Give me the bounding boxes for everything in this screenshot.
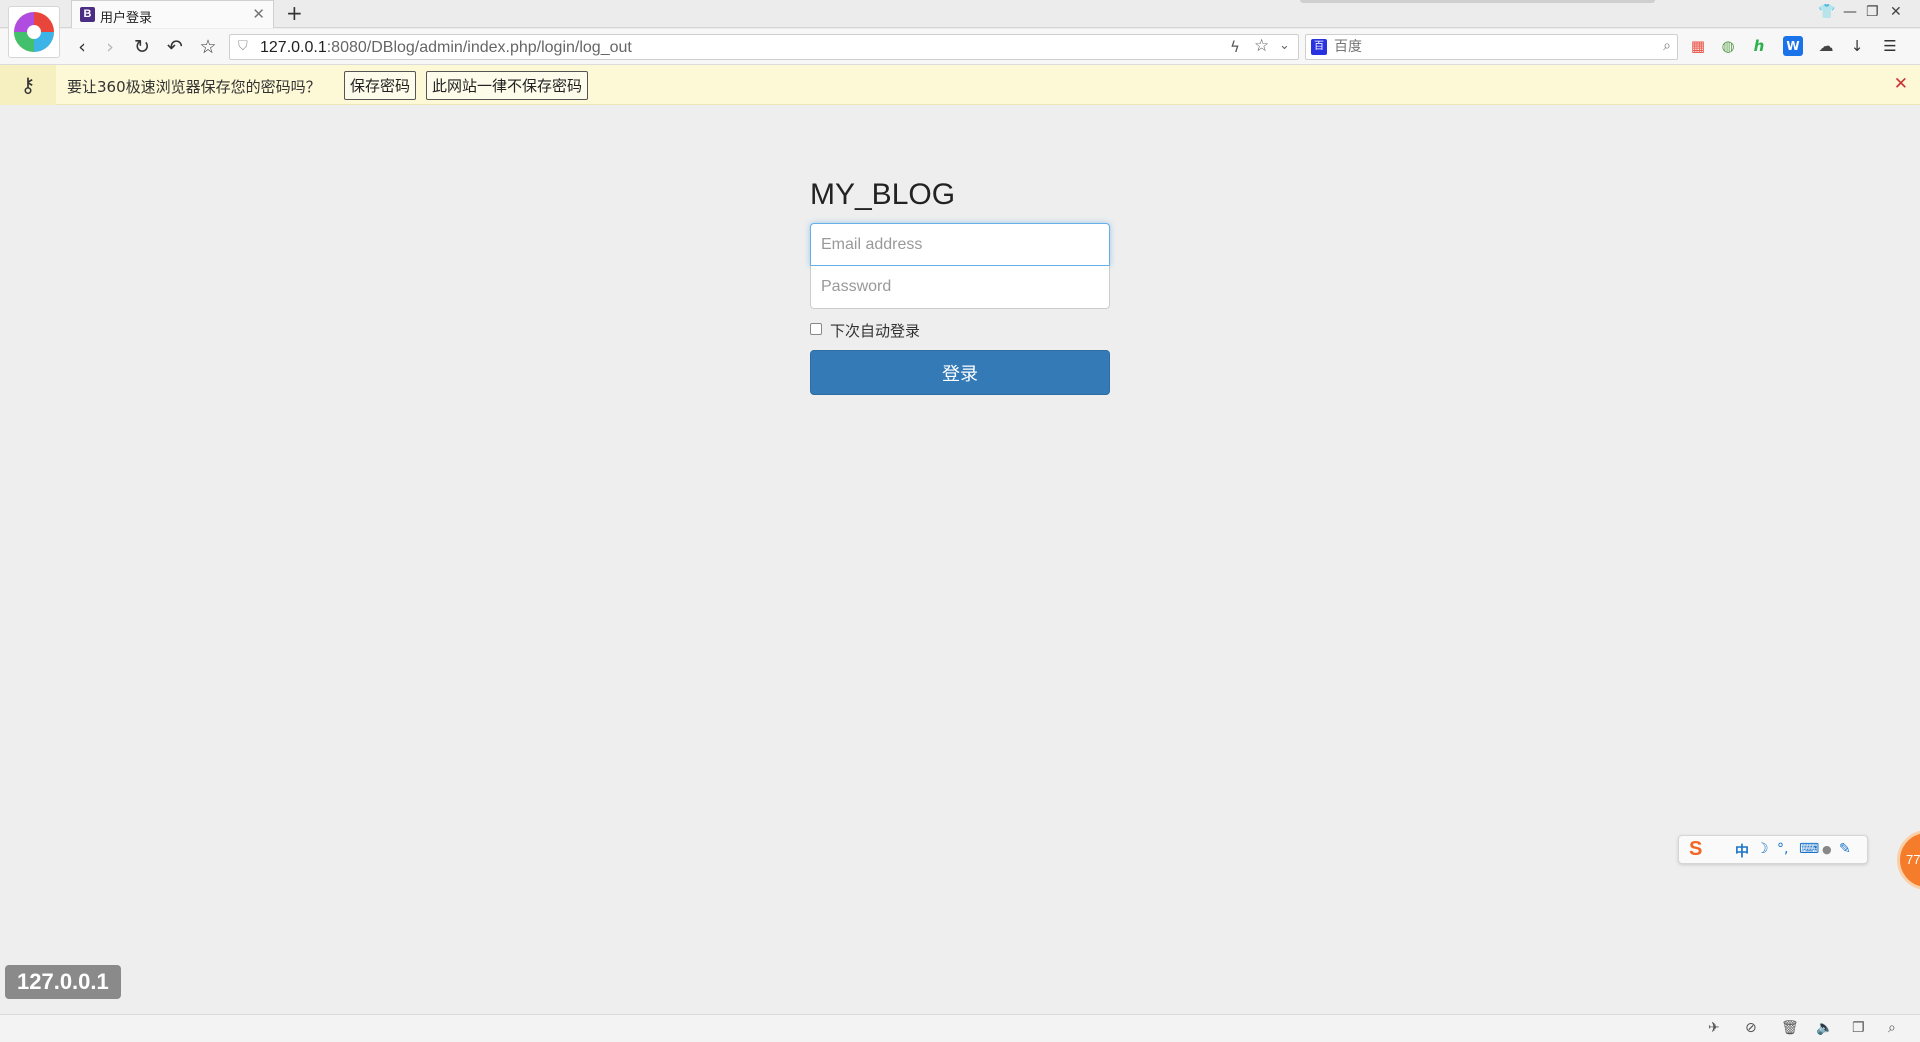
shield-icon: ⛉ [238, 39, 248, 54]
trash-icon[interactable]: 🗑 [1781, 1020, 1799, 1036]
notification-edge [1300, 0, 1655, 3]
ime-mode-toggle[interactable]: 中 [1735, 841, 1749, 861]
soft-keyboard-icon[interactable]: ⌨ [1799, 841, 1819, 857]
browser-logo[interactable] [8, 6, 60, 58]
block-icon[interactable]: ⊘ [1745, 1020, 1757, 1036]
minimize-icon[interactable]: — [1843, 4, 1857, 20]
login-button[interactable]: 登录 [810, 350, 1110, 395]
apps-grid-icon[interactable]: ▦ [1688, 36, 1708, 56]
remember-checkbox[interactable] [810, 323, 822, 335]
bookmark-star-icon[interactable]: ☆ [1254, 36, 1269, 56]
volume-icon[interactable]: 🔈 [1816, 1020, 1833, 1036]
extension-w-icon[interactable]: W [1783, 36, 1803, 56]
zoom-icon[interactable]: ⌕ [1888, 1020, 1896, 1036]
save-password-button[interactable]: 保存密码 [344, 71, 417, 100]
browser-logo-icon [14, 12, 54, 52]
extension-h-icon[interactable]: h [1749, 36, 1769, 56]
favorites-icon[interactable]: ☆ [196, 35, 220, 59]
baidu-icon[interactable]: 百 [1311, 39, 1327, 55]
save-password-message: 要让360极速浏览器保存您的密码吗？ [67, 78, 321, 96]
restore-icon[interactable]: ❐ [1866, 4, 1879, 20]
pin-icon[interactable]: ✈ [1708, 1020, 1720, 1036]
new-tab-icon[interactable]: + [286, 1, 303, 25]
reload-icon[interactable]: ↻ [130, 35, 154, 59]
page-title: MY_BLOG [810, 178, 956, 211]
close-window-icon[interactable]: ✕ [1890, 4, 1902, 20]
address-bar[interactable]: ⛉ 127.0.0.1:8080/DBlog/admin/index.php/l… [229, 34, 1299, 60]
search-icon[interactable]: ⌕ [1663, 38, 1671, 54]
remember-label[interactable]: 下次自动登录 [830, 320, 920, 341]
bootstrap-favicon-icon: B [80, 7, 95, 22]
ime-toolbar: S 中 ☽ °, ⌨ ● ✎ [1678, 835, 1868, 864]
save-password-bar: ⚷ 要让360极速浏览器保存您的密码吗？ 保存密码 此网站一律不保存密码 ✕ [0, 65, 1920, 105]
search-input[interactable] [1334, 37, 1634, 57]
tab-title: 用户登录 [100, 11, 153, 26]
title-bar: B 用户登录 ✕ + 👕 — ❐ ✕ [0, 0, 1920, 28]
chevron-down-icon[interactable]: ⌄ [1279, 38, 1290, 53]
sogou-logo-icon[interactable]: S [1689, 838, 1715, 862]
skin-icon[interactable]: 👕 [1818, 4, 1835, 20]
back-icon[interactable]: ‹ [70, 35, 94, 59]
link-preview-url: 127.0.0.1 [5, 965, 121, 999]
status-bar: ✈ ⊘ 🗑 🔈 ❐ ⌕ [0, 1014, 1920, 1042]
url-text[interactable]: 127.0.0.1:8080/DBlog/admin/index.php/log… [260, 39, 632, 57]
undo-close-icon[interactable]: ↶ [163, 35, 187, 59]
download-icon[interactable]: ↓ [1847, 36, 1867, 56]
url-path: :8080/DBlog/admin/index.php/login/log_ou… [326, 39, 632, 56]
tab-user-login[interactable]: B 用户登录 ✕ [71, 0, 274, 28]
forward-icon[interactable]: › [98, 35, 122, 59]
user-icon[interactable]: ● [1822, 843, 1832, 856]
key-icon: ⚷ [0, 65, 56, 105]
extension-globe-icon[interactable]: ◍ [1718, 36, 1738, 56]
close-bar-icon[interactable]: ✕ [1894, 74, 1908, 94]
float-ball-badge[interactable]: 77 [1897, 830, 1920, 890]
search-box[interactable]: 百 ⌕ [1305, 34, 1678, 60]
window-icon[interactable]: ❐ [1852, 1020, 1865, 1036]
never-save-password-button[interactable]: 此网站一律不保存密码 [426, 71, 589, 100]
email-field[interactable] [810, 223, 1110, 266]
punctuation-toggle[interactable]: °, [1777, 841, 1788, 857]
tab-close-icon[interactable]: ✕ [252, 5, 265, 23]
tools-icon[interactable]: ✎ [1839, 841, 1851, 857]
speed-mode-icon[interactable]: ϟ [1230, 38, 1240, 56]
cloud-icon[interactable]: ☁ [1816, 36, 1836, 56]
browser-toolbar: ‹ › ↻ ↶ ☆ ⛉ 127.0.0.1:8080/DBlog/admin/i… [0, 29, 1920, 65]
password-field[interactable] [810, 266, 1110, 309]
url-host: 127.0.0.1 [260, 39, 327, 56]
menu-icon[interactable]: ☰ [1880, 36, 1900, 56]
moon-icon[interactable]: ☽ [1756, 841, 1769, 857]
